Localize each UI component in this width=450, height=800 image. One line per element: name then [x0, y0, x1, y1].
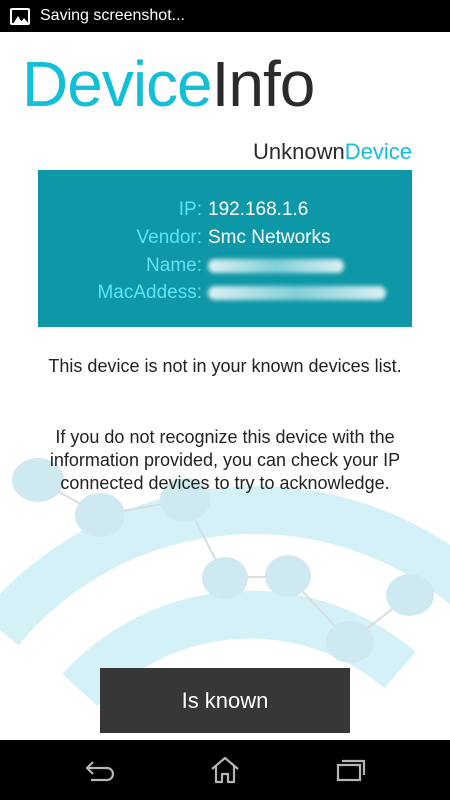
recents-button[interactable] [330, 752, 370, 788]
status-text: Saving screenshot... [40, 7, 185, 24]
back-button[interactable] [80, 752, 120, 788]
ip-row: IP: 192.168.1.6 [38, 199, 412, 227]
status-bar: Saving screenshot... [0, 0, 450, 32]
device-info-panel: IP: 192.168.1.6 Vendor: Smc Networks Nam… [38, 170, 412, 327]
ip-label: IP: [178, 199, 202, 220]
recognition-help-message: If you do not recognize this device with… [49, 427, 401, 493]
vendor-row: Vendor: Smc Networks [38, 227, 412, 255]
home-icon [211, 756, 239, 784]
unknown-device-message: This device is not in your known devices… [48, 356, 402, 376]
device-status-subtitle: UnknownDevice [253, 139, 412, 165]
mac-row: MacAddess: [38, 282, 412, 310]
app-title-dark: Info [211, 48, 316, 120]
is-known-button[interactable]: Is known [100, 668, 350, 733]
name-label: Name: [146, 255, 202, 276]
mac-label: MacAddess: [97, 282, 202, 303]
vendor-label: Vendor: [136, 227, 203, 248]
name-value-redacted [208, 259, 344, 273]
app-title-accent: Device [22, 48, 213, 120]
subtitle-dark: Unknown [253, 139, 345, 164]
mac-value-redacted [208, 286, 386, 300]
home-button[interactable] [205, 752, 245, 788]
app-title: DeviceInfo [22, 52, 315, 116]
image-icon [10, 7, 30, 25]
back-icon [85, 761, 115, 782]
subtitle-accent: Device [344, 139, 412, 164]
recents-icon [336, 759, 366, 782]
vendor-value: Smc Networks [208, 227, 331, 248]
navigation-bar [0, 740, 450, 800]
ip-value: 192.168.1.6 [208, 199, 309, 220]
name-row: Name: [38, 255, 412, 283]
